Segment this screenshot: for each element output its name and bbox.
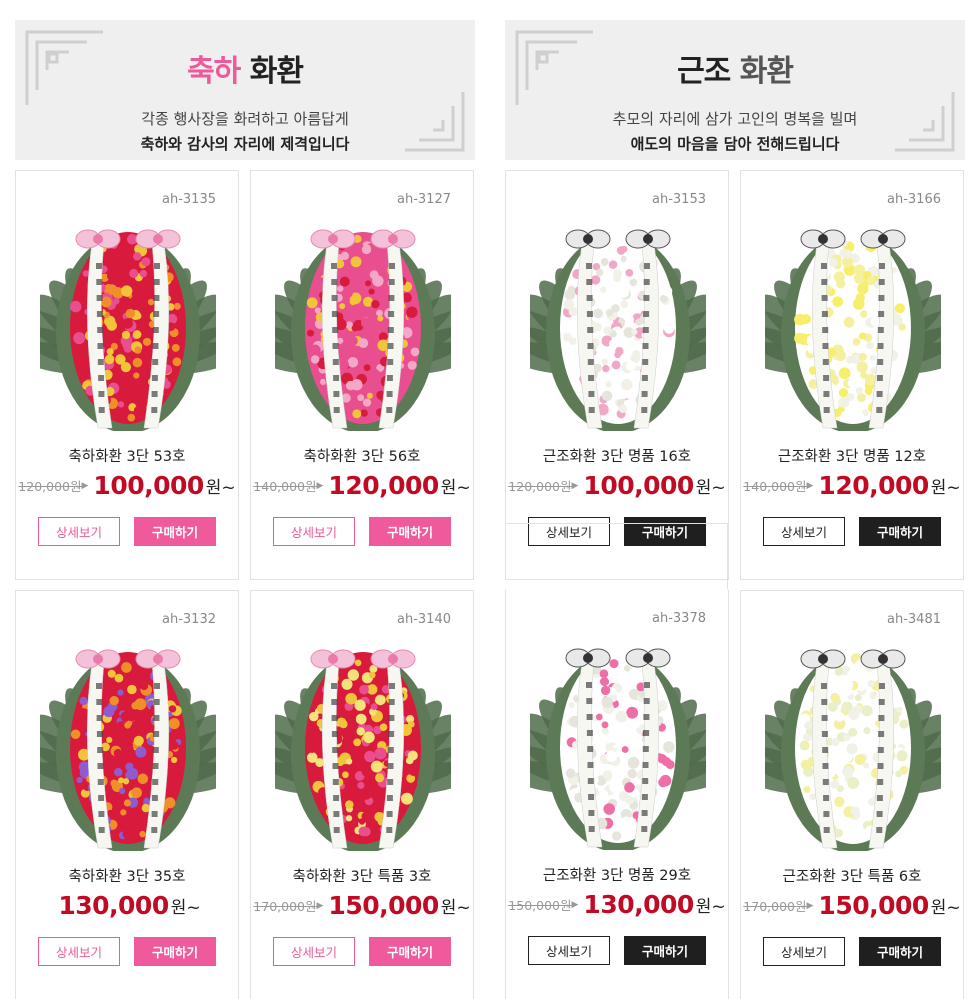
buy-button[interactable]: 구매하기 [859,517,941,546]
price-row: 170,000원▶ 150,000 원~ [741,891,963,920]
product-card[interactable]: ah-3140 축하화환 3단 특품 3호 170,000원▶ 150,000 원~… [250,590,474,999]
product-card[interactable]: ah-3153 근조화환 3단 명품 16호 120,000원▶ 100,000 원… [505,170,729,580]
sale-price: 120,000 [328,471,439,500]
detail-button[interactable]: 상세보기 [273,517,355,546]
product-code: ah-3153 [652,192,706,207]
original-price: 140,000원 [743,479,807,494]
product-name[interactable]: 근조화환 3단 명품 29호 [506,864,728,885]
condolence-banner: 근조 화환 추모의 자리에 삼가 고인의 명복을 빌며 애도의 마음을 담아 전… [505,20,965,160]
product-code: ah-3127 [397,192,451,207]
buy-button[interactable]: 구매하기 [369,937,451,966]
wreath-image[interactable] [530,632,706,850]
buy-button[interactable]: 구매하기 [369,517,451,546]
arrow-right-icon: ▶ [571,480,579,491]
wreath-image[interactable] [275,633,451,851]
original-price: 170,000원 [743,899,807,914]
product-code: ah-3481 [887,612,941,627]
celebration-banner: 축하 화환 각종 행사장을 화려하고 아름답게 축하와 감사의 자리에 제격입니… [15,20,475,160]
currency-suffix: 원~ [170,898,201,918]
product-code: ah-3166 [887,192,941,207]
product-card[interactable]: ah-3135 축하화환 3단 53호 120,000원▶ 100,000 원~ 상… [15,170,239,580]
product-name[interactable]: 근조화환 3단 명품 16호 [506,445,728,466]
banner-title: 축하 화환 [187,54,304,89]
buy-button[interactable]: 구매하기 [859,937,941,966]
arrow-right-icon: ▶ [571,899,579,910]
sale-price: 150,000 [818,891,929,920]
arrow-right-icon: ▶ [316,900,324,911]
wreath-image[interactable] [765,213,941,431]
price-row: 120,000원▶ 100,000 원~ [16,471,238,500]
original-price: 170,000원 [253,899,317,914]
product-card[interactable]: ah-3166 근조화환 3단 명품 12호 140,000원▶ 120,000 원… [740,170,964,580]
banner-subtitle: 추모의 자리에 삼가 고인의 명복을 빌며 [612,110,858,128]
buy-button[interactable]: 구매하기 [624,936,706,965]
divider [505,523,728,524]
price-row: 140,000원▶ 120,000 원~ [741,471,963,500]
product-code: ah-3132 [162,612,216,627]
price-row: 120,000원▶ 100,000 원~ [506,471,728,500]
product-card[interactable]: ah-3378 근조화환 3단 명품 29호 150,000원▶ 130,000 원… [505,590,729,999]
product-code: ah-3135 [162,192,216,207]
price-row: 170,000원▶ 150,000 원~ [251,891,473,920]
product-name[interactable]: 축하화환 3단 56호 [251,445,473,466]
product-card[interactable]: ah-3481 근조화환 3단 특품 6호 170,000원▶ 150,000 원~… [740,590,964,999]
sale-price: 130,000 [583,890,694,919]
sale-price: 120,000 [818,471,929,500]
banner-tagline: 축하와 감사의 자리에 제격입니다 [140,135,350,153]
currency-suffix: 원~ [695,897,726,917]
original-price: 120,000원 [18,479,82,494]
detail-button[interactable]: 상세보기 [273,937,355,966]
price-row: 140,000원▶ 120,000 원~ [251,471,473,500]
currency-suffix: 원~ [695,478,726,498]
product-name[interactable]: 축하화환 3단 53호 [16,445,238,466]
currency-suffix: 원~ [930,478,961,498]
currency-suffix: 원~ [930,898,961,918]
banner-title: 근조 화환 [677,54,794,89]
currency-suffix: 원~ [205,478,236,498]
wreath-image[interactable] [530,213,706,431]
product-name[interactable]: 축하화환 3단 35호 [16,865,238,886]
original-price: 120,000원 [508,479,572,494]
detail-button[interactable]: 상세보기 [38,517,120,546]
price-row: 150,000원▶ 130,000 원~ [506,890,728,919]
sale-price: 150,000 [328,891,439,920]
product-code: ah-3140 [397,612,451,627]
price-row: 130,000 원~ [16,891,238,920]
product-name[interactable]: 근조화환 3단 명품 12호 [741,445,963,466]
wreath-image[interactable] [765,633,941,851]
detail-button[interactable]: 상세보기 [528,936,610,965]
product-name[interactable]: 근조화환 3단 특품 6호 [741,865,963,886]
arrow-right-icon: ▶ [806,480,814,491]
detail-button[interactable]: 상세보기 [763,517,845,546]
original-price: 150,000원 [508,898,572,913]
sale-price: 130,000 [58,891,169,920]
detail-button[interactable]: 상세보기 [38,937,120,966]
sale-price: 100,000 [583,471,694,500]
product-name[interactable]: 축하화환 3단 특품 3호 [251,865,473,886]
sale-price: 100,000 [93,471,204,500]
product-code: ah-3378 [652,611,706,626]
arrow-right-icon: ▶ [806,900,814,911]
currency-suffix: 원~ [440,898,471,918]
buy-button[interactable]: 구매하기 [624,517,706,546]
buy-button[interactable]: 구매하기 [134,937,216,966]
buy-button[interactable]: 구매하기 [134,517,216,546]
wreath-image[interactable] [40,213,216,431]
product-card[interactable]: ah-3132 축하화환 3단 35호 130,000 원~ 상세보기 구매하기 [15,590,239,999]
original-price: 140,000원 [253,479,317,494]
banner-subtitle: 각종 행사장을 화려하고 아름답게 [141,110,349,128]
wreath-image[interactable] [40,633,216,851]
currency-suffix: 원~ [440,478,471,498]
detail-button[interactable]: 상세보기 [763,937,845,966]
divider [727,523,728,589]
detail-button[interactable]: 상세보기 [528,517,610,546]
wreath-image[interactable] [275,213,451,431]
arrow-right-icon: ▶ [316,480,324,491]
product-card[interactable]: ah-3127 축하화환 3단 56호 140,000원▶ 120,000 원~ 상… [250,170,474,580]
arrow-right-icon: ▶ [81,480,89,491]
banner-tagline: 애도의 마음을 담아 전해드립니다 [630,135,840,153]
